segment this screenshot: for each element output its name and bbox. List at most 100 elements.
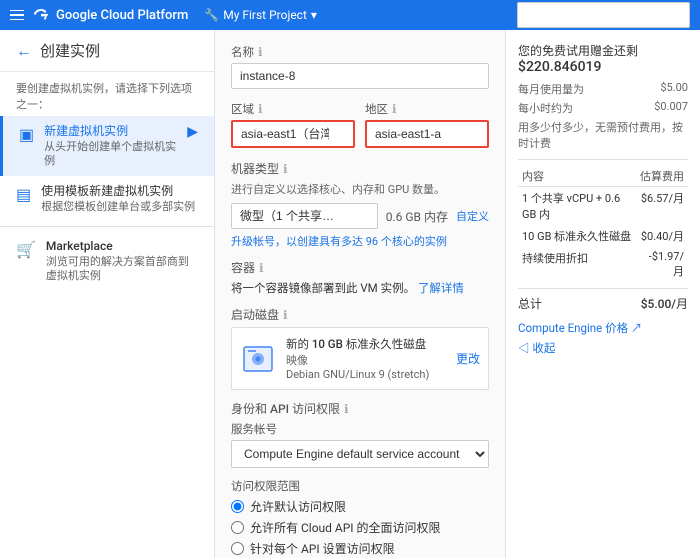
boot-disk-title: 新的 10 GB 标准永久性磁盘 (286, 336, 429, 352)
access-scope-label: 访问权限范围 (231, 478, 489, 494)
app-layout: ← 创建实例 要创建虚拟机实例，请选择下列选项之一： ▣ 新建虚拟机实例 从头开… (0, 30, 700, 558)
main-content: 名称 ℹ 区域 ℹ asia-east1（台湾） (215, 30, 700, 558)
change-disk-button[interactable]: 更改 (456, 350, 480, 367)
sidebar-item-label-marketplace: Marketplace (46, 239, 198, 255)
machine-type-section: 机器类型 ℹ 进行自定义以选择核心、内存和 GPU 数量。 微型（1 个共享… … (231, 160, 489, 249)
radio-item-full[interactable]: 允许所有 Cloud API 的全面访问权限 (231, 519, 489, 536)
custom-machine-link[interactable]: 自定义 (456, 208, 489, 224)
top-navigation: Google Cloud Platform 🔧 My First Project… (0, 0, 700, 30)
sidebar-item-content-new-vm: 新建虚拟机实例 从头开始创建单个虚拟机实例 (44, 124, 177, 168)
zone-select[interactable]: asia-east1-a (365, 120, 489, 148)
identity-help-icon[interactable]: ℹ (344, 402, 349, 416)
radio-custom[interactable] (231, 542, 244, 555)
container-help-icon[interactable]: ℹ (259, 261, 264, 275)
sidebar-item-content-marketplace: Marketplace 浏览可用的解决方案首部商到虚拟机实例 (46, 239, 198, 283)
upgrade-link[interactable]: 升级帐号，以创建具有多达 96 个核心的实例 (231, 235, 447, 248)
access-section: 访问权限范围 允许默认访问权限 允许所有 Cloud API 的全面访问权限 针… (231, 478, 489, 557)
cost-divider-2 (518, 288, 688, 289)
region-select[interactable]: asia-east1（台湾） (231, 120, 355, 148)
region-section: 区域 ℹ asia-east1（台湾） (231, 101, 355, 148)
region-label: 区域 ℹ (231, 101, 355, 117)
cost-panel: 您的免费试用赠金还剩 $220.846019 每月使用量为 $5.00 每小时约… (505, 30, 700, 558)
cost-discount-label: 持续使用折扣 (518, 247, 636, 282)
cost-col2-header: 估算费用 (636, 166, 688, 187)
container-heading: 容器 ℹ (231, 259, 489, 276)
name-section: 名称 ℹ (231, 44, 489, 89)
cost-row-monthly: 每月使用量为 $5.00 (518, 81, 688, 97)
cost-row-cpu: 1 个共享 vCPU + 0.6 GB 内 $6.57/月 (518, 187, 688, 226)
name-label: 名称 ℹ (231, 44, 489, 60)
machine-type-row: 微型（1 个共享… 0.6 GB 内存 自定义 (231, 203, 489, 229)
cost-discount-value: -$1.97/月 (636, 247, 688, 282)
container-learn-more-link[interactable]: 了解详情 (418, 281, 464, 295)
cost-hourly-value: $0.007 (654, 100, 688, 116)
sidebar-item-desc-new-vm: 从头开始创建单个虚拟机实例 (44, 140, 177, 169)
identity-section: 身份和 API 访问权限 ℹ 服务帐号 Compute Engine defau… (231, 400, 489, 468)
search-area (517, 2, 690, 28)
project-dropdown-icon: ▾ (311, 8, 317, 22)
sidebar-item-marketplace[interactable]: 🛒 Marketplace 浏览可用的解决方案首部商到虚拟机实例 (0, 231, 214, 291)
radio-full[interactable] (231, 521, 244, 534)
access-radio-group: 允许默认访问权限 允许所有 Cloud API 的全面访问权限 针对每个 API… (231, 498, 489, 557)
machine-type-desc: 进行自定义以选择核心、内存和 GPU 数量。 (231, 181, 489, 197)
hamburger-menu-icon[interactable] (10, 10, 24, 21)
project-name: My First Project (223, 8, 307, 22)
upgrade-notice: 升级帐号，以创建具有多达 96 个核心的实例 (231, 233, 489, 249)
form-area: 名称 ℹ 区域 ℹ asia-east1（台湾） (215, 30, 505, 558)
machine-type-help-icon[interactable]: ℹ (283, 162, 288, 176)
service-account-select[interactable]: Compute Engine default service account (231, 440, 489, 468)
sidebar-item-label-template: 使用模板新建虚拟机实例 (41, 184, 198, 200)
cost-monthly-value: $5.00 (660, 81, 688, 97)
sidebar-header: ← 创建实例 (0, 30, 214, 72)
boot-disk-help-icon[interactable]: ℹ (283, 308, 288, 322)
identity-heading: 身份和 API 访问权限 ℹ (231, 400, 489, 417)
cost-col1-header: 内容 (518, 166, 636, 187)
machine-memory: 0.6 GB 内存 (386, 208, 448, 225)
service-account-row: Compute Engine default service account (231, 440, 489, 468)
name-input[interactable] (231, 63, 489, 89)
radio-item-default[interactable]: 允许默认访问权限 (231, 498, 489, 515)
app-title: Google Cloud Platform (56, 8, 188, 23)
cost-total-value: $5.00/月 (641, 295, 688, 312)
cost-free-label: 您的免费试用赠金还剩 $220.846019 (518, 42, 688, 75)
pricing-link[interactable]: Compute Engine 价格 ↗ (518, 320, 688, 336)
search-input[interactable] (517, 2, 690, 28)
cost-total: 总计 $5.00/月 (518, 295, 688, 312)
sidebar-item-desc-template: 根据您模板创建单台或多部实例 (41, 200, 198, 214)
sidebar-item-label-new-vm: 新建虚拟机实例 (44, 124, 177, 140)
sidebar-subtitle: 要创建虚拟机实例，请选择下列选项之一： (0, 72, 214, 116)
cost-row-disk: 10 GB 标准永久性磁盘 $0.40/月 (518, 225, 688, 247)
cost-disk-label: 10 GB 标准永久性磁盘 (518, 225, 636, 247)
radio-item-custom[interactable]: 针对每个 API 设置访问权限 (231, 540, 489, 557)
sidebar-item-content-template: 使用模板新建虚拟机实例 根据您模板创建单台或多部实例 (41, 184, 198, 214)
region-select-wrapper: asia-east1（台湾） (231, 120, 355, 148)
machine-type-select[interactable]: 微型（1 个共享… (231, 203, 378, 229)
cost-cpu-label: 1 个共享 vCPU + 0.6 GB 内 (518, 187, 636, 226)
cost-row-hourly: 每小时约为 $0.007 (518, 100, 688, 116)
region-help-icon[interactable]: ℹ (258, 102, 263, 116)
radio-default[interactable] (231, 500, 244, 513)
boot-disk-os: Debian GNU/Linux 9 (stretch) (286, 368, 429, 381)
zone-help-icon[interactable]: ℹ (392, 102, 397, 116)
name-help-icon[interactable]: ℹ (258, 45, 263, 59)
cost-divider (518, 159, 688, 160)
service-account-label: 服务帐号 (231, 421, 489, 437)
sidebar-item-desc-marketplace: 浏览可用的解决方案首部商到虚拟机实例 (46, 255, 198, 284)
sidebar-item-template-vm[interactable]: ▤ 使用模板新建虚拟机实例 根据您模板创建单台或多部实例 (0, 176, 214, 222)
cost-hint: 用多少付多少，无需预付费用，按时计费 (518, 119, 688, 151)
collapse-button[interactable]: ◁ 收起 (518, 340, 688, 356)
back-button[interactable]: ← (16, 41, 32, 61)
boot-disk-heading: 启动磁盘 ℹ (231, 306, 489, 323)
sidebar-divider (0, 226, 214, 227)
zone-label: 地区 ℹ (365, 101, 489, 117)
project-selector[interactable]: 🔧 My First Project ▾ (204, 8, 317, 22)
app-logo: Google Cloud Platform (32, 6, 188, 24)
cost-cpu-value: $6.57/月 (636, 187, 688, 226)
container-text: 将一个容器镜像部署到此 VM 实例。 了解详情 (231, 280, 489, 296)
marketplace-icon: 🛒 (16, 240, 36, 259)
boot-disk-image-label: 映像 (286, 352, 429, 368)
google-cloud-icon (32, 6, 50, 24)
boot-disk-icon (240, 341, 276, 377)
sidebar-item-new-vm[interactable]: ▣ 新建虚拟机实例 从头开始创建单个虚拟机实例 ▶ (0, 116, 214, 176)
cost-free-amount: $220.846019 (518, 59, 688, 75)
